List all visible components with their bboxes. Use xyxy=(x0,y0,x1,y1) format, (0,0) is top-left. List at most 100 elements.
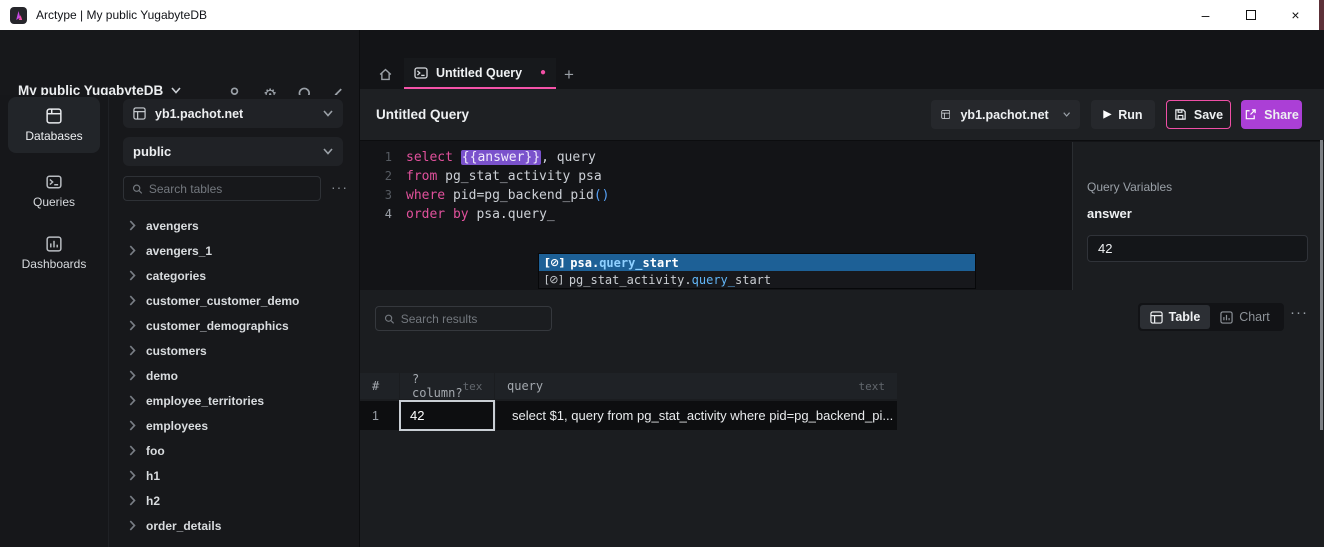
dashboards-icon xyxy=(46,236,62,252)
nav-item-databases[interactable]: Databases xyxy=(8,97,100,153)
save-button[interactable]: Save xyxy=(1166,100,1231,129)
tab-untitled-query[interactable]: Untitled Query ● xyxy=(404,58,556,89)
column-field-icon: [⊘] xyxy=(545,273,563,286)
results-search-field[interactable] xyxy=(401,312,543,326)
save-icon xyxy=(1174,108,1187,121)
nav-item-dashboards[interactable]: Dashboards xyxy=(8,225,100,281)
chevron-right-icon xyxy=(129,320,136,331)
table-list-item[interactable]: customer_demographics xyxy=(109,313,359,338)
line-number: 1 xyxy=(360,148,392,167)
search-icon xyxy=(132,183,143,195)
chart-view-button[interactable]: Chart xyxy=(1210,305,1280,329)
play-icon: ▶ xyxy=(1103,109,1111,120)
table-view-button[interactable]: Table xyxy=(1140,305,1210,329)
query-connection-name: yb1.pachot.net xyxy=(960,108,1048,122)
window-title: Arctype | My public YugabyteDB xyxy=(36,8,207,22)
chevron-right-icon xyxy=(129,495,136,506)
row-index-header: # xyxy=(360,373,399,399)
view-toggle: Table Chart xyxy=(1138,303,1284,331)
query-connection-select[interactable]: yb1.pachot.net xyxy=(931,100,1080,129)
table-list-item[interactable]: employees xyxy=(109,413,359,438)
table-list-item[interactable]: customers xyxy=(109,338,359,363)
databases-icon xyxy=(46,108,62,124)
tables-sidebar: yb1.pachot.net public ··· avengers aveng… xyxy=(109,95,359,547)
table-list-item[interactable]: order_details xyxy=(109,513,359,538)
search-icon xyxy=(384,313,395,325)
home-tab-button[interactable] xyxy=(371,60,399,88)
connection-name: yb1.pachot.net xyxy=(155,107,243,121)
query-title: Untitled Query xyxy=(376,107,469,122)
nav-label-dashboards: Dashboards xyxy=(22,257,87,271)
column-field-icon: [⊘] xyxy=(545,256,564,269)
chevron-right-icon xyxy=(129,370,136,381)
query-cell[interactable]: select $1, query from pg_stat_activity w… xyxy=(496,401,897,430)
share-button[interactable]: Share xyxy=(1241,100,1302,129)
table-search-field[interactable] xyxy=(149,182,312,196)
arctype-logo-icon xyxy=(10,7,27,24)
query-header: Untitled Query yb1.pachot.net ▶ Run Save… xyxy=(360,89,1324,141)
tab-label: Untitled Query xyxy=(436,66,522,80)
vertical-scrollbar[interactable] xyxy=(1320,140,1323,430)
unsaved-dot-icon: ● xyxy=(540,67,546,78)
table-list-item[interactable]: customer_customer_demo xyxy=(109,288,359,313)
results-panel: Table Chart ··· # ?column?tex querytext … xyxy=(360,290,1324,547)
table-icon xyxy=(133,107,146,120)
autocomplete-item[interactable]: [⊘]pg_stat_activity.query_start xyxy=(539,271,975,288)
table-list: avengers avengers_1 categories customer_… xyxy=(109,213,359,547)
table-icon xyxy=(941,108,950,121)
chevron-right-icon xyxy=(129,295,136,306)
line-number: 2 xyxy=(360,167,392,186)
results-search-input[interactable] xyxy=(375,306,552,331)
column-type: tex xyxy=(463,380,483,393)
chevron-right-icon xyxy=(129,470,136,481)
table-list-item[interactable]: h2 xyxy=(109,488,359,513)
table-list-item[interactable]: avengers_1 xyxy=(109,238,359,263)
variables-panel-title: Query Variables xyxy=(1087,180,1172,194)
share-icon xyxy=(1244,108,1257,121)
workspace-header: My public YugabyteDB ⚙ xyxy=(0,30,360,95)
new-tab-button[interactable]: + xyxy=(556,63,582,87)
query-variable-token: {{answer}} xyxy=(461,150,541,165)
nav-label-databases: Databases xyxy=(25,129,82,143)
window-titlebar: Arctype | My public YugabyteDB – × xyxy=(0,0,1324,30)
line-number: 3 xyxy=(360,186,392,205)
table-search-input[interactable] xyxy=(123,176,321,201)
chevron-down-icon xyxy=(323,148,333,155)
table-list-item[interactable]: demo xyxy=(109,363,359,388)
results-menu-button[interactable]: ··· xyxy=(1290,304,1308,321)
minimize-button[interactable]: – xyxy=(1183,0,1228,30)
table-list-menu-button[interactable]: ··· xyxy=(331,179,348,195)
close-button[interactable]: × xyxy=(1273,0,1318,30)
maximize-icon xyxy=(1246,10,1256,20)
variable-value-input[interactable] xyxy=(1087,235,1308,262)
autocomplete-popup: [⊘]psa.query_start [⊘]pg_stat_activity.q… xyxy=(538,253,976,289)
autocomplete-item-selected[interactable]: [⊘]psa.query_start xyxy=(539,254,975,271)
chart-view-icon xyxy=(1220,311,1233,324)
variable-name: answer xyxy=(1087,206,1132,221)
maximize-button[interactable] xyxy=(1228,0,1273,30)
chevron-down-icon xyxy=(1063,111,1070,118)
connection-select[interactable]: yb1.pachot.net xyxy=(123,99,343,128)
row-index-cell[interactable]: 1 xyxy=(360,401,399,430)
chevron-right-icon xyxy=(129,270,136,281)
table-list-item[interactable]: categories xyxy=(109,263,359,288)
column-type: text xyxy=(859,380,886,393)
column-header-2[interactable]: querytext xyxy=(495,373,897,399)
run-button[interactable]: ▶ Run xyxy=(1091,100,1155,129)
line-number-active: 4 xyxy=(360,205,392,224)
chevron-right-icon xyxy=(129,445,136,456)
schema-name: public xyxy=(133,144,171,159)
chevron-right-icon xyxy=(129,520,136,531)
desktop-edge xyxy=(1319,0,1324,30)
selected-cell[interactable]: 42 xyxy=(399,400,495,431)
table-list-item[interactable]: avengers xyxy=(109,213,359,238)
nav-item-queries[interactable]: Queries xyxy=(8,163,100,219)
schema-select[interactable]: public xyxy=(123,137,343,166)
table-list-item[interactable]: h1 xyxy=(109,463,359,488)
query-terminal-icon xyxy=(414,66,428,80)
table-list-item[interactable]: employee_territories xyxy=(109,388,359,413)
table-list-item[interactable]: foo xyxy=(109,438,359,463)
column-header-1[interactable]: ?column?tex xyxy=(400,373,494,399)
chevron-right-icon xyxy=(129,420,136,431)
chevron-right-icon xyxy=(129,345,136,356)
